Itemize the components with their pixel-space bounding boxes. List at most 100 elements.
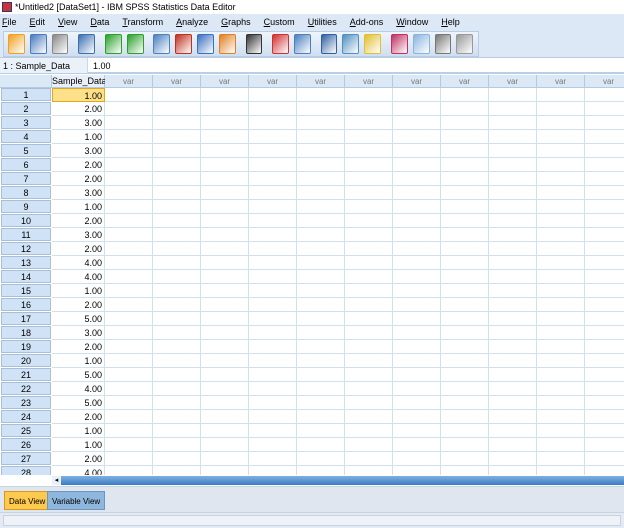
empty-cell[interactable] <box>201 102 249 116</box>
empty-cell[interactable] <box>297 326 345 340</box>
empty-cell[interactable] <box>585 228 624 242</box>
row-number[interactable]: 21 <box>1 368 51 381</box>
save-icon[interactable] <box>29 34 47 54</box>
empty-cell[interactable] <box>201 368 249 382</box>
empty-cell[interactable] <box>297 242 345 256</box>
empty-cell[interactable] <box>105 172 153 186</box>
empty-cell[interactable] <box>297 130 345 144</box>
empty-cell[interactable] <box>489 410 537 424</box>
column-header-sample-data[interactable]: Sample_Data <box>52 75 107 88</box>
data-cell[interactable]: 2.00 <box>52 452 105 466</box>
empty-cell[interactable] <box>489 298 537 312</box>
tab-variable-view[interactable]: Variable View <box>47 491 106 510</box>
row-number[interactable]: 2 <box>1 102 51 115</box>
empty-cell[interactable] <box>153 228 201 242</box>
menu-data[interactable]: Data <box>90 17 109 27</box>
empty-cell[interactable] <box>153 102 201 116</box>
empty-cell[interactable] <box>297 298 345 312</box>
empty-cell[interactable] <box>489 88 537 102</box>
row-number[interactable]: 1 <box>1 88 51 101</box>
empty-cell[interactable] <box>585 88 624 102</box>
empty-cell[interactable] <box>249 242 297 256</box>
empty-cell[interactable] <box>201 424 249 438</box>
data-cell[interactable]: 2.00 <box>52 410 105 424</box>
empty-cell[interactable] <box>537 284 585 298</box>
empty-cell[interactable] <box>489 368 537 382</box>
empty-cell[interactable] <box>105 354 153 368</box>
value-labels-icon[interactable] <box>390 34 408 54</box>
row-number[interactable]: 20 <box>1 354 51 367</box>
empty-cell[interactable] <box>153 200 201 214</box>
data-cell[interactable]: 3.00 <box>52 144 105 158</box>
show-all-variables-icon[interactable] <box>434 34 452 54</box>
empty-cell[interactable] <box>441 270 489 284</box>
empty-cell[interactable] <box>249 354 297 368</box>
empty-cell[interactable] <box>345 214 393 228</box>
data-cell[interactable]: 3.00 <box>52 228 105 242</box>
empty-cell[interactable] <box>585 312 624 326</box>
empty-cell[interactable] <box>489 256 537 270</box>
empty-cell[interactable] <box>153 88 201 102</box>
empty-cell[interactable] <box>537 452 585 466</box>
empty-cell[interactable] <box>537 326 585 340</box>
empty-cell[interactable] <box>537 256 585 270</box>
empty-cell[interactable] <box>585 368 624 382</box>
empty-cell[interactable] <box>441 102 489 116</box>
empty-cell[interactable] <box>297 424 345 438</box>
empty-cell[interactable] <box>201 410 249 424</box>
empty-cell[interactable] <box>585 242 624 256</box>
empty-cell[interactable] <box>249 340 297 354</box>
empty-cell[interactable] <box>441 144 489 158</box>
empty-cell[interactable] <box>537 144 585 158</box>
empty-cell[interactable] <box>345 298 393 312</box>
menu-file[interactable]: File <box>2 17 17 27</box>
row-header-corner[interactable] <box>0 75 52 88</box>
empty-cell[interactable] <box>297 186 345 200</box>
data-cell[interactable]: 5.00 <box>52 312 105 326</box>
empty-cell[interactable] <box>249 256 297 270</box>
empty-cell[interactable] <box>201 396 249 410</box>
row-number[interactable]: 4 <box>1 130 51 143</box>
empty-cell[interactable] <box>441 424 489 438</box>
data-cell[interactable]: 3.00 <box>52 116 105 130</box>
empty-cell[interactable] <box>201 88 249 102</box>
empty-cell[interactable] <box>489 228 537 242</box>
empty-cell[interactable] <box>297 214 345 228</box>
empty-cell[interactable] <box>585 158 624 172</box>
empty-cell[interactable] <box>585 326 624 340</box>
empty-cell[interactable] <box>393 200 441 214</box>
empty-cell[interactable] <box>585 186 624 200</box>
empty-cell[interactable] <box>201 256 249 270</box>
empty-cell[interactable] <box>249 228 297 242</box>
empty-cell[interactable] <box>345 102 393 116</box>
empty-cell[interactable] <box>105 382 153 396</box>
data-cell[interactable]: 2.00 <box>52 172 105 186</box>
empty-cell[interactable] <box>105 200 153 214</box>
column-header-var[interactable]: var <box>537 75 585 88</box>
empty-cell[interactable] <box>489 466 537 475</box>
empty-cell[interactable] <box>537 242 585 256</box>
empty-cell[interactable] <box>105 256 153 270</box>
empty-cell[interactable] <box>201 354 249 368</box>
goto-case-icon[interactable] <box>153 34 171 54</box>
empty-cell[interactable] <box>201 144 249 158</box>
empty-cell[interactable] <box>537 438 585 452</box>
column-header-var[interactable]: var <box>105 75 153 88</box>
empty-cell[interactable] <box>537 312 585 326</box>
menu-graphs[interactable]: Graphs <box>221 17 251 27</box>
empty-cell[interactable] <box>345 452 393 466</box>
empty-cell[interactable] <box>105 130 153 144</box>
empty-cell[interactable] <box>105 88 153 102</box>
empty-cell[interactable] <box>297 410 345 424</box>
empty-cell[interactable] <box>585 340 624 354</box>
use-sets-icon[interactable] <box>412 34 430 54</box>
empty-cell[interactable] <box>537 424 585 438</box>
empty-cell[interactable] <box>345 312 393 326</box>
row-number[interactable]: 17 <box>1 312 51 325</box>
empty-cell[interactable] <box>105 186 153 200</box>
select-cases-icon[interactable] <box>364 34 382 54</box>
empty-cell[interactable] <box>249 88 297 102</box>
empty-cell[interactable] <box>537 382 585 396</box>
empty-cell[interactable] <box>153 382 201 396</box>
empty-cell[interactable] <box>441 256 489 270</box>
